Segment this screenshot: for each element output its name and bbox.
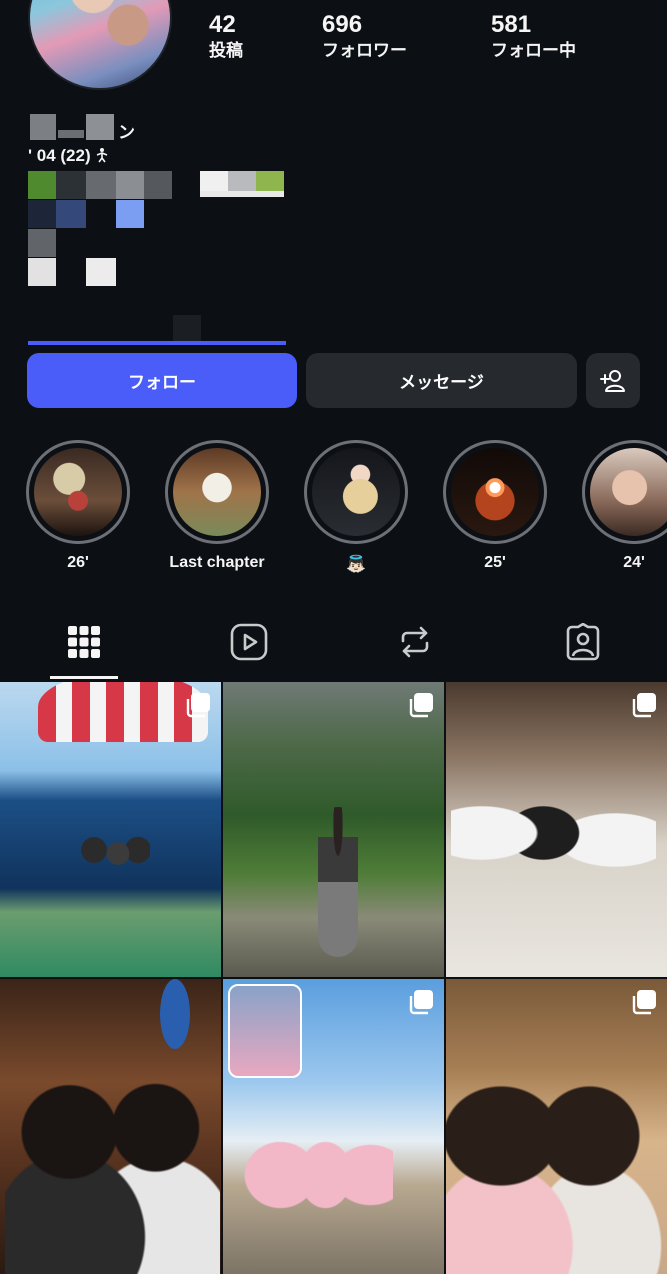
stat-followers[interactable]: 696 フォロワー <box>322 10 442 62</box>
stat-following-count: 581 <box>491 11 532 38</box>
tab-tagged[interactable] <box>549 616 617 668</box>
add-user-icon <box>600 369 625 392</box>
highlight-label: 24' <box>623 554 645 571</box>
highlight-label: 26' <box>67 554 89 571</box>
highlight-ring <box>582 440 667 544</box>
grid-post[interactable] <box>0 682 221 977</box>
grid-post[interactable] <box>0 979 221 1274</box>
highlight-cover <box>451 448 539 536</box>
bio-age-line: ' 04 (22) <box>28 146 109 166</box>
grid-post[interactable] <box>223 682 444 977</box>
reposts-icon <box>401 626 429 658</box>
grid-post[interactable] <box>446 979 667 1274</box>
stat-posts-label: 投稿 <box>209 41 243 60</box>
highlight-cover <box>34 448 122 536</box>
highlight-label: Last chapter <box>169 554 265 571</box>
grid-post[interactable] <box>223 979 444 1274</box>
stat-following[interactable]: 581 フォロー中 <box>491 10 611 62</box>
carousel-icon <box>409 693 433 718</box>
highlight-label: 25' <box>484 554 506 571</box>
highlight-cover <box>312 448 400 536</box>
message-button-label: メッセージ <box>399 373 484 392</box>
highlight-item[interactable]: Last chapter <box>163 440 271 572</box>
tab-posts[interactable] <box>50 616 118 668</box>
highlight-item[interactable]: 26' <box>24 440 132 572</box>
stat-followers-count: 696 <box>322 11 363 38</box>
highlight-ring <box>165 440 269 544</box>
tab-reels[interactable] <box>215 616 283 668</box>
profile-bio: ン ' 04 (22) <box>28 112 328 352</box>
highlight-item[interactable]: 👼🏻 <box>302 440 410 574</box>
highlight-item[interactable]: 25' <box>441 440 549 572</box>
highlight-ring <box>26 440 130 544</box>
carousel-icon <box>632 990 656 1015</box>
tab-reposts[interactable] <box>381 616 449 668</box>
highlight-label: 👼🏻 <box>346 556 366 573</box>
tagged-icon <box>566 623 600 661</box>
highlight-cover <box>590 448 667 536</box>
follow-button[interactable]: フォロー <box>27 353 297 408</box>
grid-post[interactable] <box>446 682 667 977</box>
reels-icon <box>230 623 268 661</box>
carousel-icon <box>409 990 433 1015</box>
carousel-icon <box>186 693 210 718</box>
highlight-cover <box>173 448 261 536</box>
grid-icon <box>68 626 100 658</box>
person-icon <box>97 148 108 163</box>
highlight-ring <box>304 440 408 544</box>
active-tab-indicator <box>50 676 118 679</box>
carousel-icon <box>632 693 656 718</box>
stat-followers-label: フォロワー <box>322 41 407 60</box>
stat-posts-count: 42 <box>209 11 236 38</box>
suggest-user-button[interactable] <box>586 353 640 408</box>
follow-button-label: フォロー <box>128 373 196 392</box>
bio-age-text: ' 04 (22) <box>28 146 96 165</box>
stat-posts[interactable]: 42 投稿 <box>209 10 329 62</box>
bio-name-fragment: ン <box>118 123 135 142</box>
highlight-item[interactable]: 24' <box>580 440 667 572</box>
message-button[interactable]: メッセージ <box>306 353 577 408</box>
profile-avatar[interactable] <box>28 0 172 90</box>
highlight-ring <box>443 440 547 544</box>
stat-following-label: フォロー中 <box>491 41 576 60</box>
